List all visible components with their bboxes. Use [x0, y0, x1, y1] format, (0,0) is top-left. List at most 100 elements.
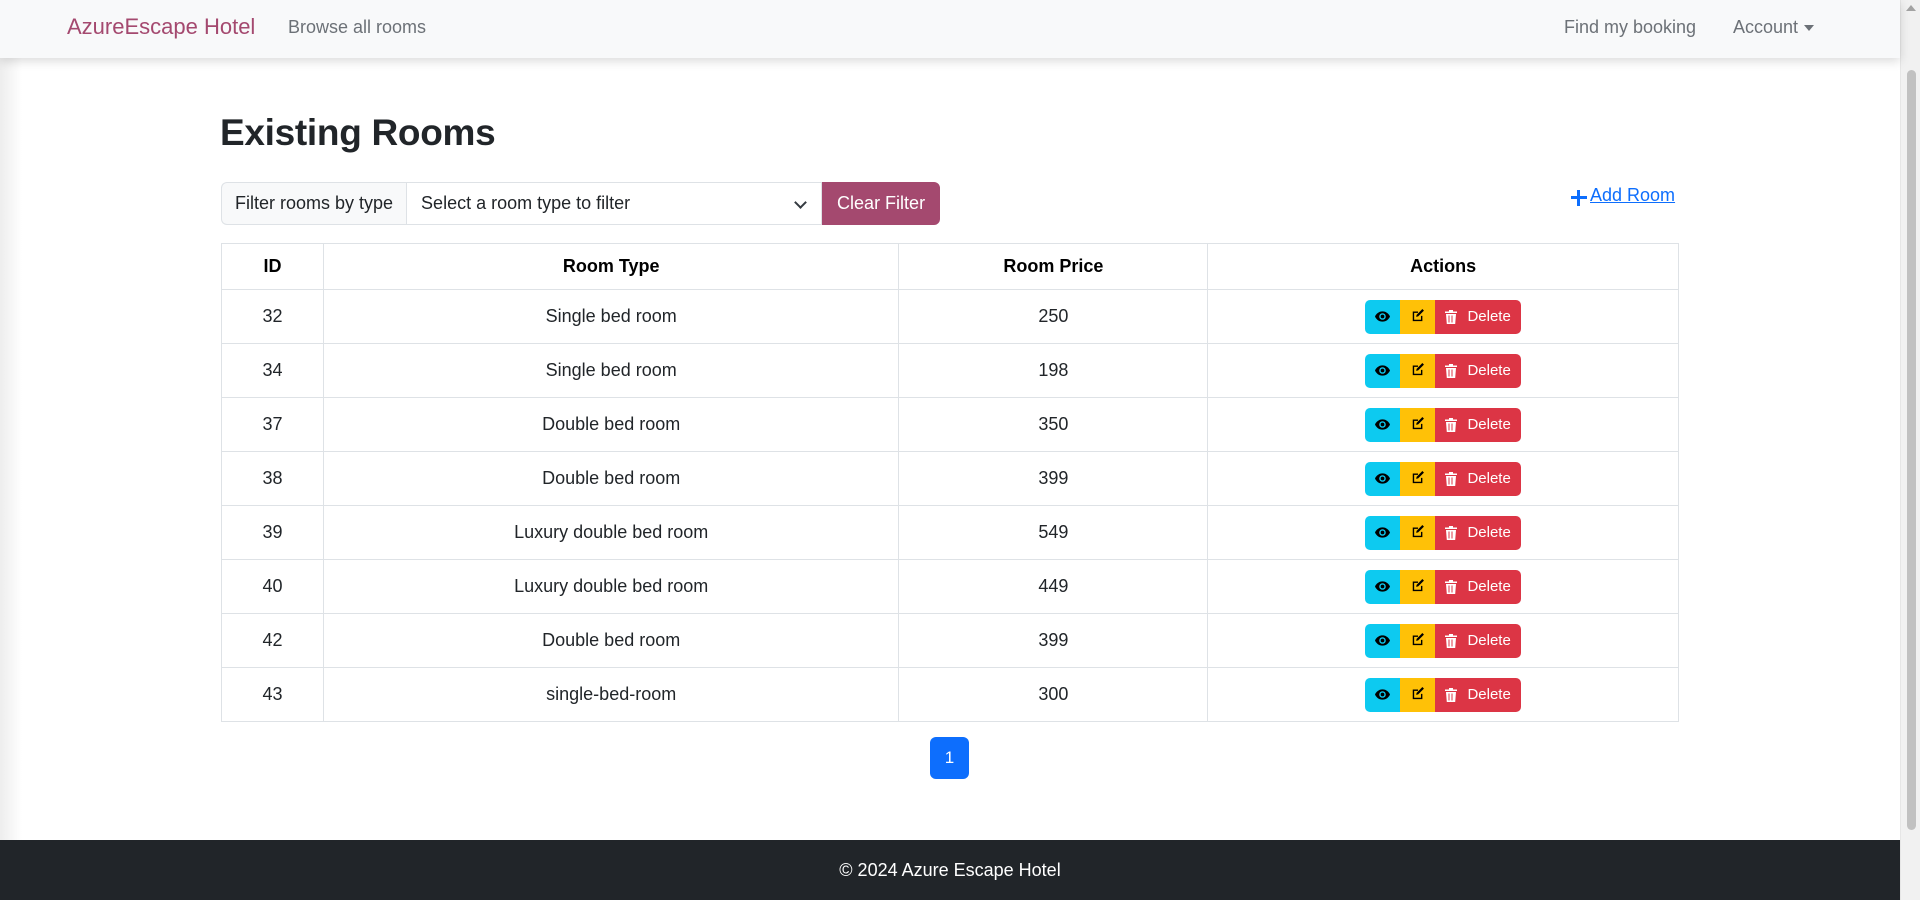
- cell-actions: Delete: [1207, 559, 1679, 614]
- cell-id: 39: [221, 505, 324, 560]
- table-row: 39 Luxury double bed room 549 Delete: [221, 505, 1679, 560]
- cell-actions: Delete: [1207, 505, 1679, 560]
- delete-label: Delete: [1467, 524, 1511, 541]
- scroll-up-arrow-icon[interactable]: [1906, 5, 1916, 11]
- cell-room-type: Double bed room: [322, 613, 900, 668]
- delete-room-button[interactable]: Delete: [1435, 515, 1521, 550]
- cell-room-price: 399: [898, 451, 1209, 506]
- page-title: Existing Rooms: [220, 112, 496, 153]
- delete-room-button[interactable]: Delete: [1435, 461, 1521, 496]
- vertical-scrollbar[interactable]: [1900, 0, 1920, 900]
- edit-icon: [1411, 684, 1425, 705]
- edit-icon: [1411, 522, 1425, 543]
- view-room-button[interactable]: [1365, 461, 1401, 496]
- eye-icon: [1375, 522, 1391, 543]
- table-row: 38 Double bed room 399 Delete: [221, 451, 1679, 506]
- rooms-table: ID Room Type Room Price Actions 32 Single…: [221, 243, 1679, 722]
- trash-icon: [1445, 363, 1462, 378]
- add-room-link[interactable]: Add Room: [1571, 185, 1675, 206]
- eye-icon: [1375, 576, 1391, 597]
- delete-label: Delete: [1467, 416, 1511, 433]
- cell-room-price: 549: [898, 505, 1209, 560]
- table-row: 37 Double bed room 350 Delete: [221, 397, 1679, 452]
- footer-copyright: © 2024 Azure Escape Hotel: [839, 859, 1061, 880]
- nav-account-dropdown[interactable]: Account: [1733, 17, 1815, 38]
- delete-label: Delete: [1467, 362, 1511, 379]
- edit-room-button[interactable]: [1400, 407, 1436, 442]
- cell-id: 38: [221, 451, 324, 506]
- delete-room-button[interactable]: Delete: [1435, 407, 1521, 442]
- cell-actions: Delete: [1207, 289, 1679, 344]
- edit-room-button[interactable]: [1400, 461, 1436, 496]
- row-actions: Delete: [1365, 623, 1521, 658]
- delete-room-button[interactable]: Delete: [1435, 569, 1521, 604]
- row-actions: Delete: [1365, 569, 1521, 604]
- row-actions: Delete: [1365, 461, 1521, 496]
- cell-room-type: Luxury double bed room: [322, 505, 900, 560]
- cell-id: 32: [221, 289, 324, 344]
- trash-icon: [1445, 471, 1462, 486]
- table-row: 34 Single bed room 198 Delete: [221, 343, 1679, 398]
- delete-room-button[interactable]: Delete: [1435, 677, 1521, 712]
- filter-label: Filter rooms by type: [221, 182, 407, 225]
- edit-room-button[interactable]: [1400, 299, 1436, 334]
- row-actions: Delete: [1365, 677, 1521, 712]
- view-room-button[interactable]: [1365, 569, 1401, 604]
- table-row: 43 single-bed-room 300 Delete: [221, 667, 1679, 722]
- clear-filter-button[interactable]: Clear Filter: [822, 182, 941, 225]
- pagination-page-button[interactable]: 1: [930, 737, 969, 779]
- view-room-button[interactable]: [1365, 677, 1401, 712]
- cell-room-type: Double bed room: [322, 451, 900, 506]
- trash-icon: [1445, 309, 1462, 324]
- table-body: 32 Single bed room 250 Delete 34 Single bed r…: [221, 289, 1679, 722]
- table-header-row: ID Room Type Room Price Actions: [221, 243, 1679, 290]
- cell-room-price: 399: [898, 613, 1209, 668]
- delete-room-button[interactable]: Delete: [1435, 353, 1521, 388]
- table-row: 32 Single bed room 250 Delete: [221, 289, 1679, 344]
- cell-id: 40: [221, 559, 324, 614]
- cell-room-price: 350: [898, 397, 1209, 452]
- edit-icon: [1411, 576, 1425, 597]
- eye-icon: [1375, 414, 1391, 435]
- navbar: AzureEscape Hotel Browse all rooms Find …: [0, 0, 1900, 58]
- header-room-price: Room Price: [898, 243, 1209, 290]
- edit-room-button[interactable]: [1400, 353, 1436, 388]
- table-row: 42 Double bed room 399 Delete: [221, 613, 1679, 668]
- header-room-type: Room Type: [322, 243, 900, 290]
- trash-icon: [1445, 579, 1462, 594]
- delete-label: Delete: [1467, 578, 1511, 595]
- cell-room-price: 449: [898, 559, 1209, 614]
- cell-room-type: Double bed room: [322, 397, 900, 452]
- edit-icon: [1411, 468, 1425, 489]
- row-actions: Delete: [1365, 515, 1521, 550]
- account-label: Account: [1733, 17, 1799, 37]
- room-type-select[interactable]: Select a room type to filter: [406, 182, 823, 225]
- scrollbar-thumb[interactable]: [1907, 70, 1916, 830]
- cell-id: 43: [221, 667, 324, 722]
- trash-icon: [1445, 633, 1462, 648]
- delete-room-button[interactable]: Delete: [1435, 623, 1521, 658]
- nav-find-booking[interactable]: Find my booking: [1564, 17, 1696, 38]
- cell-room-price: 198: [898, 343, 1209, 398]
- view-room-button[interactable]: [1365, 407, 1401, 442]
- eye-icon: [1375, 630, 1391, 651]
- cell-actions: Delete: [1207, 667, 1679, 722]
- view-room-button[interactable]: [1365, 515, 1401, 550]
- cell-room-price: 250: [898, 289, 1209, 344]
- nav-browse-rooms[interactable]: Browse all rooms: [288, 17, 426, 38]
- cell-room-type: Luxury double bed room: [322, 559, 900, 614]
- edit-room-button[interactable]: [1400, 623, 1436, 658]
- delete-label: Delete: [1467, 470, 1511, 487]
- delete-room-button[interactable]: Delete: [1435, 299, 1521, 334]
- edit-room-button[interactable]: [1400, 569, 1436, 604]
- view-room-button[interactable]: [1365, 623, 1401, 658]
- edit-room-button[interactable]: [1400, 677, 1436, 712]
- edit-icon: [1411, 360, 1425, 381]
- view-room-button[interactable]: [1365, 299, 1401, 334]
- cell-id: 42: [221, 613, 324, 668]
- chevron-down-icon: [794, 196, 807, 209]
- edit-room-button[interactable]: [1400, 515, 1436, 550]
- view-room-button[interactable]: [1365, 353, 1401, 388]
- brand-logo[interactable]: AzureEscape Hotel: [67, 14, 255, 40]
- caret-down-icon: [1804, 24, 1815, 31]
